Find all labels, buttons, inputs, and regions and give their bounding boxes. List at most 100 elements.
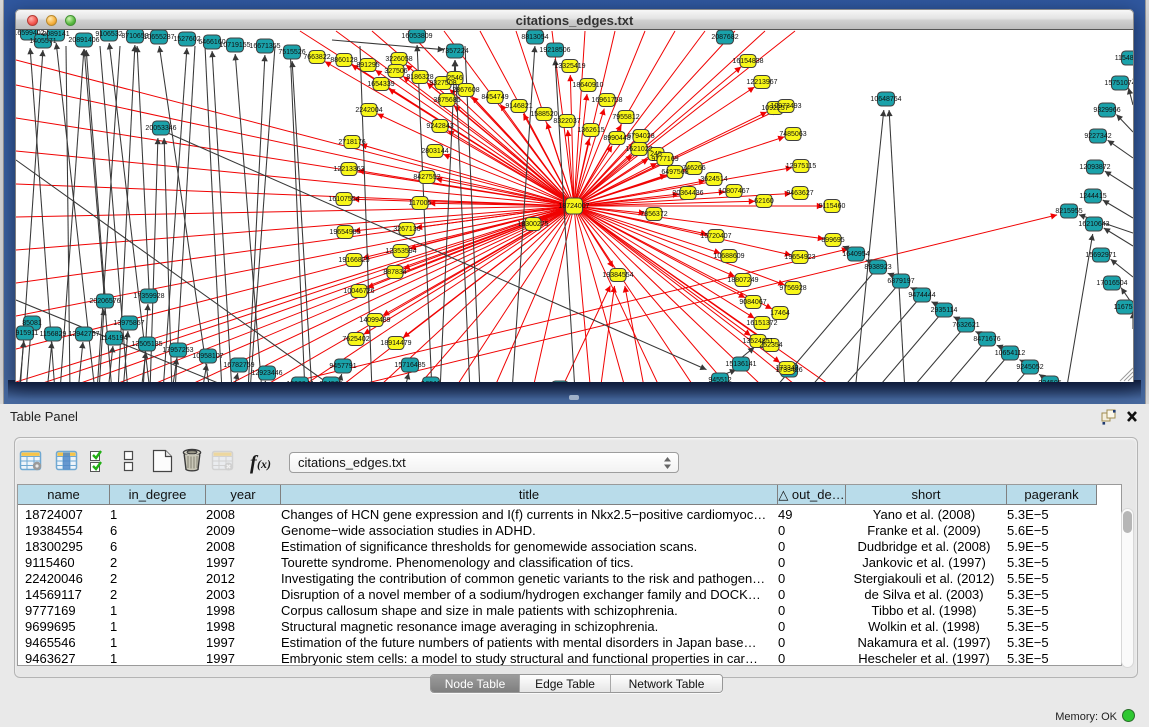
svg-text:19218506: 19218506: [539, 47, 570, 54]
svg-text:10973493: 10973493: [770, 103, 801, 110]
svg-text:16782759: 16782759: [223, 362, 254, 369]
svg-text:12353594: 12353594: [385, 248, 416, 255]
svg-text:1654339: 1654339: [367, 81, 394, 88]
svg-text:19654985: 19654985: [329, 229, 360, 236]
svg-text:7632621: 7632621: [952, 322, 979, 329]
svg-text:746266: 746266: [682, 165, 705, 172]
svg-text:6879197: 6879197: [887, 278, 914, 285]
svg-text:17359928: 17359928: [133, 293, 164, 300]
svg-text:8322037: 8322037: [553, 118, 580, 125]
svg-text:8471676: 8471676: [973, 336, 1000, 343]
svg-text:1405571: 1405571: [29, 38, 56, 45]
svg-text:15136141: 15136141: [725, 361, 756, 368]
svg-text:3624514: 3624514: [700, 176, 727, 183]
svg-text:16151372: 16151372: [746, 320, 777, 327]
svg-text:19166825: 19166825: [338, 257, 369, 264]
svg-text:16107554: 16107554: [328, 196, 359, 203]
svg-text:2718176: 2718176: [338, 139, 365, 146]
svg-text:13975867: 13975867: [113, 320, 144, 327]
svg-text:18914479: 18914479: [380, 340, 411, 347]
svg-text:62160: 62160: [754, 198, 774, 205]
svg-text:7856372: 7856372: [640, 211, 667, 218]
svg-text:3875685: 3875685: [433, 97, 460, 104]
svg-text:7485063: 7485063: [779, 131, 806, 138]
svg-text:117005: 117005: [409, 200, 432, 207]
svg-text:7515526: 7515526: [278, 49, 305, 56]
svg-text:924505: 924505: [1038, 380, 1061, 382]
svg-text:15751074: 15751074: [1104, 80, 1133, 87]
svg-text:1527602: 1527602: [173, 36, 200, 43]
svg-text:3915911: 3915911: [16, 330, 38, 337]
svg-text:11548408: 11548408: [1115, 55, 1133, 62]
svg-text:12213967: 12213967: [746, 79, 777, 86]
svg-text:12505135: 12505135: [131, 341, 162, 348]
svg-text:20206576: 20206576: [89, 298, 120, 305]
svg-text:2935114: 2935114: [931, 307, 958, 314]
svg-text:7955812: 7955812: [612, 114, 639, 121]
svg-text:14099489: 14099489: [359, 317, 390, 324]
svg-text:899695: 899695: [821, 237, 844, 244]
svg-text:7625402: 7625402: [342, 336, 369, 343]
svg-text:8215955: 8215955: [1055, 208, 1082, 215]
svg-text:9084067: 9084067: [739, 299, 766, 306]
svg-text:8427552: 8427552: [413, 174, 440, 181]
svg-text:16961758: 16961758: [591, 97, 622, 104]
svg-text:18640910: 18640910: [572, 82, 603, 89]
svg-text:9777169: 9777169: [651, 156, 678, 163]
svg-text:1292344: 1292344: [286, 381, 313, 382]
svg-text:16599402: 16599402: [16, 30, 45, 37]
svg-text:9146821: 9146821: [505, 103, 532, 110]
svg-text:16511: 16511: [422, 381, 441, 382]
svg-text:9242843: 9242843: [426, 123, 453, 130]
svg-text:1621022: 1621022: [625, 146, 652, 153]
svg-text:16154838: 16154838: [732, 58, 763, 65]
svg-text:12213363: 12213363: [333, 166, 364, 173]
svg-text:17016504: 17016504: [1096, 280, 1127, 287]
svg-text:12093872: 12093872: [1079, 164, 1110, 171]
svg-text:15692971: 15692971: [1085, 252, 1116, 259]
svg-text:20364436: 20364436: [672, 190, 703, 197]
svg-text:9474444: 9474444: [908, 292, 935, 299]
svg-text:20053346: 20053346: [145, 125, 176, 132]
svg-text:16210643: 16210643: [1078, 221, 1109, 228]
svg-text:9106532: 9106532: [95, 31, 122, 38]
svg-text:2546: 2546: [447, 75, 463, 82]
svg-text:10807467: 10807467: [718, 188, 749, 195]
svg-text:327506: 327506: [384, 68, 407, 75]
svg-text:2242004: 2242004: [355, 107, 382, 114]
svg-text:85081: 85081: [22, 320, 42, 327]
svg-text:8454749: 8454749: [481, 94, 508, 101]
svg-text:10688609: 10688609: [713, 253, 744, 260]
svg-text:1244415: 1244415: [1079, 193, 1106, 200]
svg-text:15720407: 15720407: [700, 233, 731, 240]
svg-text:10719155: 10719155: [219, 42, 250, 49]
svg-text:7663822: 7663822: [303, 54, 330, 61]
svg-text:252354: 252354: [759, 342, 782, 349]
svg-text:18807249: 18807249: [727, 277, 758, 284]
svg-text:17464: 17464: [770, 310, 790, 317]
svg-text:3267130: 3267130: [393, 226, 420, 233]
svg-text:(x): (x): [257, 457, 271, 471]
svg-text:9245052: 9245052: [1016, 364, 1043, 371]
svg-text:116753: 116753: [1114, 304, 1133, 311]
svg-text:15716485: 15716485: [394, 362, 425, 369]
svg-text:924505: 924505: [319, 381, 342, 382]
svg-text:12923446: 12923446: [251, 370, 282, 377]
svg-text:7357224: 7357224: [441, 48, 468, 55]
svg-text:10655287: 10655287: [143, 34, 174, 41]
svg-text:1362615: 1362615: [577, 127, 604, 134]
svg-text:945512: 945512: [708, 377, 731, 382]
svg-text:19384554: 19384554: [602, 272, 633, 279]
svg-text:17957253: 17957253: [162, 347, 193, 354]
svg-text:10046726: 10046726: [343, 288, 374, 295]
svg-text:1640954: 1640954: [842, 251, 869, 258]
svg-text:9115460: 9115460: [819, 203, 846, 210]
svg-text:891295: 891295: [356, 62, 379, 69]
svg-text:6794028: 6794028: [627, 133, 654, 140]
svg-text:18724007: 18724007: [558, 203, 589, 210]
svg-text:2867608: 2867608: [452, 87, 479, 94]
svg-text:8813054: 8813054: [521, 34, 548, 41]
svg-text:2087682: 2087682: [711, 34, 738, 41]
svg-text:9463627: 9463627: [786, 190, 813, 197]
svg-text:1156829: 1156829: [40, 331, 67, 338]
